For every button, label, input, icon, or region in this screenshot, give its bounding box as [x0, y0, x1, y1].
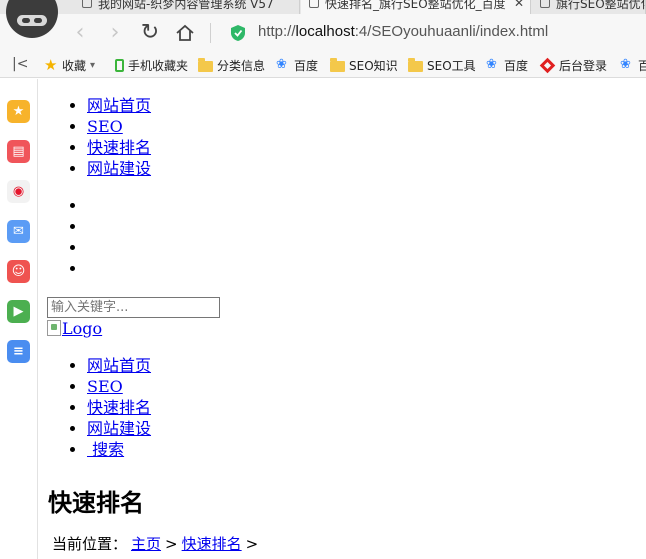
- phone-icon: [115, 58, 124, 72]
- diamond-icon: [539, 57, 556, 73]
- nav-link-quick-ranking[interactable]: 快速排名: [87, 138, 151, 157]
- list-item: SEO: [87, 376, 151, 397]
- bookmark-mobile[interactable]: 手机收藏夹: [115, 56, 188, 74]
- bookmark-label: SEO工具: [427, 58, 476, 73]
- bookmark-label: 后台登录: [559, 58, 608, 73]
- list-item: 网站首页: [87, 355, 151, 376]
- home-button[interactable]: [171, 19, 199, 47]
- bookmark-label: 分类信息: [217, 58, 266, 73]
- browser-tab-3[interactable]: 旗行SEO整站优化: [532, 0, 646, 14]
- bookmark-baidu-3[interactable]: ❀ 百: [620, 56, 646, 74]
- list-item: SEO: [87, 116, 151, 137]
- bookmark-label: 收藏: [62, 58, 87, 73]
- back-button[interactable]: ‹: [66, 19, 94, 47]
- nav-link-website-build[interactable]: 网站建设: [87, 419, 151, 438]
- mail-icon[interactable]: ✉: [7, 220, 30, 243]
- notes-icon[interactable]: ≡: [7, 340, 30, 363]
- list-item: 搜索: [87, 439, 151, 460]
- mask-icon: [17, 14, 47, 26]
- list-item: 快速排名: [87, 397, 151, 418]
- page-icon: [309, 0, 319, 8]
- game-icon[interactable]: ☺: [7, 260, 30, 283]
- nav-link-search[interactable]: 搜索: [87, 440, 124, 459]
- breadcrumb-home-link[interactable]: 主页: [131, 535, 161, 553]
- news-icon[interactable]: ▤: [7, 140, 30, 163]
- tab-bar: 我的网站-织梦内容管理系统 V57 快速排名_旗行SEO整站优化_百度 ✕ 旗行…: [0, 0, 646, 14]
- folder-icon: [330, 57, 345, 72]
- forward-button[interactable]: ›: [101, 19, 129, 47]
- list-item: 网站首页: [87, 95, 151, 116]
- reload-button[interactable]: ↻: [136, 19, 164, 47]
- nav-link-home[interactable]: 网站首页: [87, 356, 151, 375]
- bookmark-folder-seo-tools[interactable]: SEO工具: [408, 56, 476, 74]
- bookmark-label: 百: [638, 57, 646, 74]
- breadcrumb-current-link[interactable]: 快速排名: [182, 535, 242, 553]
- breadcrumb-separator: >: [245, 535, 259, 553]
- tab-title: 快速排名_旗行SEO整站优化_百度: [325, 0, 506, 11]
- sidebar-toggle-button[interactable]: |<: [12, 56, 28, 72]
- bookmark-label: 手机收藏夹: [128, 58, 189, 73]
- bookmark-folder-seo-knowledge[interactable]: SEO知识: [330, 56, 398, 74]
- url-host: localhost: [295, 23, 355, 40]
- shield-icon: [231, 25, 245, 41]
- empty-list: [47, 195, 87, 279]
- nav-link-home[interactable]: 网站首页: [87, 96, 151, 115]
- bookmark-admin-login[interactable]: 后台登录: [539, 56, 608, 74]
- bookmark-folder-classifieds[interactable]: 分类信息: [198, 56, 265, 74]
- browser-sidebar: ★ ▤ ◉ ✉ ☺ ▶ ≡: [0, 79, 38, 559]
- nav-link-website-build[interactable]: 网站建设: [87, 159, 151, 178]
- toolbar-divider: [210, 23, 211, 43]
- top-nav-list: 网站首页 SEO 快速排名 网站建设: [47, 95, 151, 179]
- list-item: 网站建设: [87, 418, 151, 439]
- bookmark-label: SEO知识: [349, 58, 398, 73]
- bookmark-label: 百度: [294, 58, 319, 73]
- close-tab-icon[interactable]: ✕: [514, 0, 524, 9]
- breadcrumb: 当前位置： 主页 > 快速排名 >: [52, 533, 258, 554]
- tab-title: 旗行SEO整站优化: [556, 0, 646, 11]
- paw-icon: ❀: [276, 57, 287, 72]
- tv-icon[interactable]: ▶: [7, 300, 30, 323]
- bookmark-label: 百度: [504, 58, 529, 73]
- bookmarks-bar: |< ★ 收藏 ▾ 手机收藏夹 分类信息 ❀ 百度 SEO知识 SEO工具 ❀ …: [0, 52, 646, 78]
- nav-link-seo[interactable]: SEO: [87, 117, 123, 136]
- browser-tab-2[interactable]: 快速排名_旗行SEO整站优化_百度 ✕: [301, 0, 531, 14]
- nav-link-seo[interactable]: SEO: [87, 377, 123, 396]
- folder-icon: [198, 57, 213, 72]
- page-title: 快速排名: [48, 489, 144, 517]
- page-content: 网站首页 SEO 快速排名 网站建设 Logo 网站首页 SEO 快速排名 网站…: [47, 79, 646, 559]
- url-scheme: http://: [258, 23, 296, 40]
- home-icon: [176, 24, 194, 41]
- nav-link-quick-ranking[interactable]: 快速排名: [87, 398, 151, 417]
- favorites-icon[interactable]: ★: [7, 100, 30, 123]
- page-icon: [540, 0, 550, 8]
- url-path: :4/SEOyouhuaanli/index.html: [354, 23, 549, 40]
- address-bar[interactable]: http://localhost:4/SEOyouhuaanli/index.h…: [258, 23, 548, 40]
- main-nav-list: 网站首页 SEO 快速排名 网站建设 搜索: [47, 355, 151, 460]
- logo-alt-text[interactable]: Logo: [62, 319, 102, 338]
- list-item: 快速排名: [87, 137, 151, 158]
- weibo-icon[interactable]: ◉: [7, 180, 30, 203]
- page-icon: [82, 0, 92, 8]
- browser-tab-1[interactable]: 我的网站-织梦内容管理系统 V57: [74, 0, 300, 14]
- paw-icon: ❀: [486, 57, 497, 72]
- bookmark-favorites[interactable]: ★ 收藏 ▾: [44, 56, 95, 74]
- bookmark-baidu-2[interactable]: ❀ 百度: [486, 56, 528, 74]
- search-input[interactable]: [47, 297, 220, 318]
- broken-image-icon: [47, 320, 61, 336]
- browser-toolbar: ‹ › ↻ http://localhost:4/SEOyouhuaanli/i…: [0, 14, 646, 52]
- tab-title: 我的网站-织梦内容管理系统 V57: [98, 0, 274, 11]
- breadcrumb-prefix: 当前位置：: [52, 535, 128, 553]
- logo-image[interactable]: Logo: [47, 319, 102, 338]
- star-icon: ★: [44, 56, 58, 74]
- folder-icon: [408, 57, 423, 72]
- list-item: 网站建设: [87, 158, 151, 179]
- bookmark-baidu[interactable]: ❀ 百度: [276, 56, 318, 74]
- paw-icon: ❀: [620, 57, 631, 72]
- breadcrumb-separator: >: [165, 535, 178, 553]
- chevron-down-icon: ▾: [90, 59, 96, 71]
